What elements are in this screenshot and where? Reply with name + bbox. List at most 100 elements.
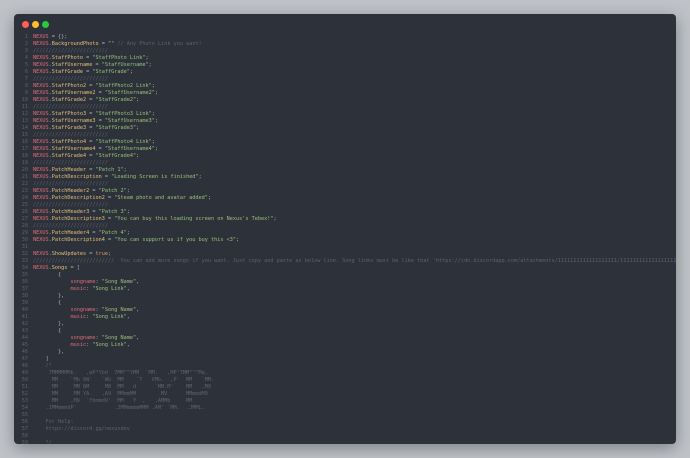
line-number: 3: [24, 48, 28, 54]
code-token: ;: [151, 139, 155, 145]
code-text: NEXUS.StaffGrade4 = "StaffGrade4";: [33, 153, 139, 160]
code-token: NEXUS: [33, 265, 49, 271]
code-text: */: [33, 440, 51, 444]
code-token: "StaffGrade4": [95, 153, 137, 159]
code-token: songname: [70, 279, 96, 285]
code-token: NEXUS: [33, 97, 49, 103]
code-line: 33 ////////////////////////// You can add…: [14, 258, 676, 265]
code-token: {: [33, 328, 62, 334]
code-line: 40 songname: "Song Name",: [14, 307, 676, 314]
code-text: NEXUS.StaffUsername4 = "StaffUsername4";: [33, 146, 158, 153]
code-token: =: [95, 90, 105, 96]
code-text: 7MMMMMMb. ,pP"Ybd 7MM""YMM `MM. ,MP'7MM"…: [33, 370, 208, 377]
code-text: MM `Mb 6W' `Wb MM `7 VMb. ,P MM `MM.: [33, 377, 214, 384]
line-number: 21: [21, 174, 28, 180]
code-line: 36 songname: "Song Name",: [14, 279, 676, 286]
code-token: ;: [273, 216, 277, 222]
code-token: NEXUS: [33, 216, 49, 222]
code-token: StaffGrade: [51, 69, 83, 75]
code-token: "StaffPhoto Link": [92, 55, 146, 61]
code-token: ,: [126, 342, 130, 348]
code-text: .JMMmmmdP' .JMMmmmmMMM .AM' `MM. .JMML.: [33, 405, 204, 412]
code-token: ;: [123, 167, 127, 173]
code-token: NEXUS: [33, 69, 49, 75]
line-number: 52: [21, 391, 28, 397]
line-number: 36: [21, 279, 28, 285]
code-token: NEXUS: [33, 90, 49, 96]
code-text: songname: "Song Name",: [33, 307, 139, 314]
line-number: 45: [21, 342, 28, 348]
line-number: 12: [21, 111, 28, 117]
code-text: NEXUS.StaffGrade2 = "StaffGrade2";: [33, 97, 139, 104]
code-token: "Patch 1": [95, 167, 124, 173]
code-line: 34 NEXUS.Songs = [: [14, 265, 676, 272]
code-token: NEXUS: [33, 118, 49, 124]
code-line: 35 {: [14, 272, 676, 279]
code-text: ]: [33, 356, 48, 363]
code-token: NEXUS: [33, 111, 49, 117]
code-token: StaffPhoto2: [51, 83, 87, 89]
code-line: 59 */: [14, 440, 676, 444]
code-token: PatchHeader: [51, 167, 87, 173]
code-text: NEXUS.PatchHeader4 = "Patch 4";: [33, 230, 130, 237]
code-token: StaffPhoto: [51, 55, 83, 61]
code-token: = [: [67, 265, 80, 271]
code-token: =: [104, 195, 115, 201]
minimize-button[interactable]: [32, 21, 39, 28]
code-token: ////////////////////////: [33, 132, 108, 138]
code-token: NEXUS: [33, 167, 49, 173]
line-number: 15: [21, 132, 28, 138]
line-number: 16: [21, 139, 28, 145]
code-token: ;: [136, 125, 140, 131]
code-line: 27 NEXUS.PatchDescription3 = "You can buy…: [14, 216, 676, 223]
close-button[interactable]: [22, 21, 29, 28]
code-text: ////////////////////////: [33, 160, 108, 167]
code-line: 56 For Help:: [14, 419, 676, 426]
line-number: 24: [21, 195, 28, 201]
code-text: NEXUS.PatchHeader2 = "Patch 2";: [33, 188, 130, 195]
line-number: 38: [21, 293, 28, 299]
code-token: ////////////////////////// You can add m…: [33, 258, 676, 264]
code-token: music: [70, 286, 87, 292]
code-token: /*: [33, 363, 52, 369]
code-editor[interactable]: 1 NEXUS = {}; 2 NEXUS.BackgroundPhoto = "" …: [14, 34, 676, 444]
maximize-button[interactable]: [42, 21, 49, 28]
line-number: 7: [24, 76, 28, 82]
code-token: ;: [126, 230, 130, 236]
code-line: 1 NEXUS = {};: [14, 34, 676, 41]
code-token: MM `Mb 6W' `Wb MM `7 VMb. ,P MM `MM.: [33, 377, 215, 383]
line-number: 10: [21, 97, 28, 103]
code-token: StaffUsername2: [51, 90, 96, 96]
code-text: /*: [33, 363, 52, 370]
code-token: MM ,M9 `Ybmmd9' MM Y , ,AMMb MM: [33, 398, 193, 404]
code-line: 18 NEXUS.StaffGrade4 = "StaffGrade4";: [14, 153, 676, 160]
code-line: 58: [14, 433, 676, 440]
line-number: 8: [24, 83, 28, 89]
code-token: PatchDescription: [51, 174, 102, 180]
code-token: MM MM 8M M8 MM d `MM.M' MM ,M9: [33, 384, 212, 390]
code-token: "You can support us if you buy this <3": [114, 237, 237, 243]
code-token: =: [82, 55, 93, 61]
code-token: PatchDescription4: [51, 237, 105, 243]
code-line: 24 NEXUS.PatchDescription2 = "Steam photo…: [14, 195, 676, 202]
code-token: =: [101, 174, 112, 180]
code-token: "Song Name": [101, 307, 137, 313]
code-line: 9 NEXUS.StaffUsername2 = "StaffUsername2"…: [14, 90, 676, 97]
line-number: 4: [24, 55, 28, 61]
code-token: ,: [136, 335, 140, 341]
line-number: 18: [21, 153, 28, 159]
code-line: 29 NEXUS.PatchHeader4 = "Patch 4";: [14, 230, 676, 237]
code-token: "Song Name": [101, 279, 137, 285]
code-token: "StaffPhoto4 Link": [95, 139, 152, 145]
code-token: NEXUS: [33, 209, 49, 215]
code-window: 1 NEXUS = {}; 2 NEXUS.BackgroundPhoto = "" …: [14, 14, 676, 444]
line-number: 5: [24, 62, 28, 68]
code-token: "Song Link": [92, 286, 127, 292]
line-number: 40: [21, 307, 28, 313]
code-text: NEXUS.BackgroundPhoto = "" // Any Photo …: [33, 41, 202, 48]
code-token: NEXUS: [33, 153, 49, 159]
code-text: NEXUS.PatchHeader3 = "Patch 3";: [33, 209, 130, 216]
